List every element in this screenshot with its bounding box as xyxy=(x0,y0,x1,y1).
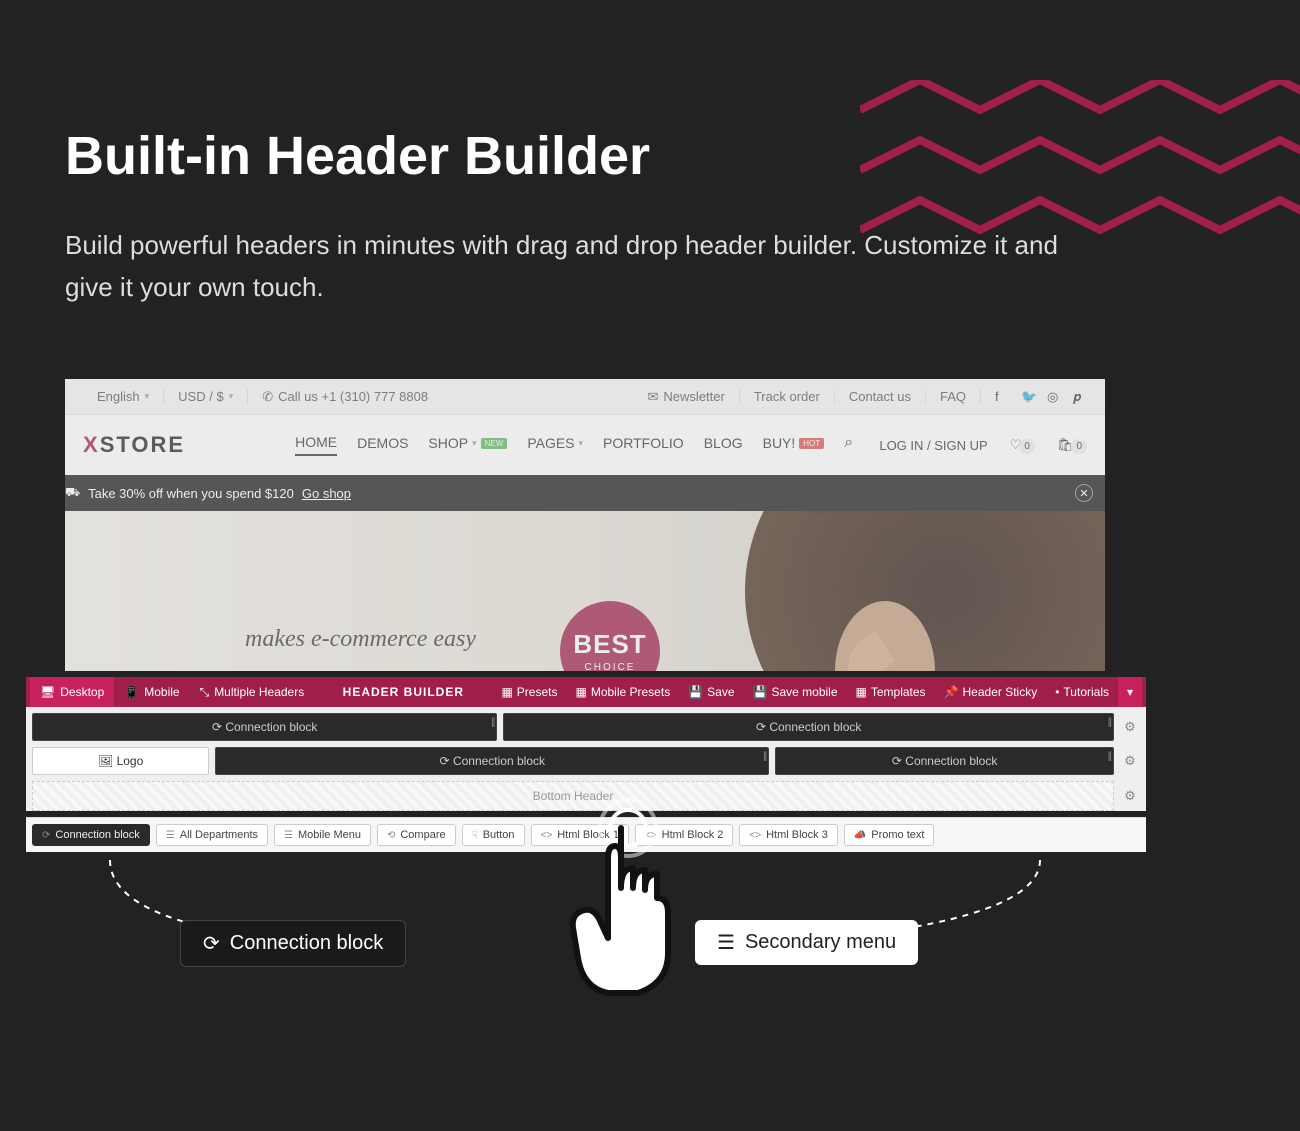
sync-icon: ⟳ xyxy=(892,754,902,768)
megaphone-icon: 📣 xyxy=(854,830,866,841)
tab-multiple-headers[interactable]: ⤡Multiple Headers xyxy=(190,677,315,707)
list-icon: ☰ xyxy=(166,830,175,841)
save-icon: 💾 xyxy=(688,685,703,699)
nav-buy[interactable]: BUY!HOT xyxy=(763,434,825,456)
chip-html-block-3[interactable]: <>Html Block 3 xyxy=(739,824,837,846)
connection-block-mid-right[interactable]: ⟳ Connection block|| xyxy=(775,747,1114,775)
close-icon[interactable]: ✕ xyxy=(1075,484,1093,502)
mobile-presets-button[interactable]: ▦Mobile Presets xyxy=(566,685,679,699)
twitter-icon[interactable]: 🐦 xyxy=(1021,389,1035,405)
row-settings-icon[interactable]: ⚙ xyxy=(1120,747,1140,775)
truck-icon: ⛟ xyxy=(65,485,80,501)
nav-shop[interactable]: SHOP▾NEW xyxy=(428,434,507,456)
secondary-menu-pill[interactable]: ☰ Secondary menu xyxy=(695,920,918,965)
grid-icon: ▦ xyxy=(575,685,586,699)
chip-compare[interactable]: ⟲Compare xyxy=(377,824,456,846)
chip-button[interactable]: ☟Button xyxy=(462,824,525,846)
tab-desktop[interactable]: 🖥Desktop xyxy=(30,677,114,707)
nav-blog[interactable]: BLOG xyxy=(704,434,743,456)
row-settings-icon[interactable]: ⚙ xyxy=(1120,713,1140,741)
image-icon: 🖼 xyxy=(98,754,113,768)
save-mobile-button[interactable]: 💾Save mobile xyxy=(744,685,847,699)
page-subtitle: Build powerful headers in minutes with d… xyxy=(65,225,1085,308)
builder-toolbar: 🖥Desktop 📱Mobile ⤡Multiple Headers HEADE… xyxy=(26,677,1146,707)
chip-all-departments[interactable]: ☰All Departments xyxy=(156,824,268,846)
grid-icon: ▦ xyxy=(501,685,512,699)
split-icon: ⤡ xyxy=(200,685,210,700)
sync-icon: ⟳ xyxy=(756,720,766,734)
menu-icon: ☰ xyxy=(717,930,735,955)
main-nav: HOME DEMOS SHOP▾NEW PAGES▾ PORTFOLIO BLO… xyxy=(295,434,853,456)
model-image xyxy=(735,511,1105,671)
chip-connection-block[interactable]: ⟳Connection block xyxy=(32,824,150,846)
promo-link[interactable]: Go shop xyxy=(302,486,351,501)
code-icon: <> xyxy=(749,830,761,841)
promo-bar: ⛟ Take 30% off when you spend $120 Go sh… xyxy=(65,475,1105,511)
currency-selector[interactable]: USD / $▾ xyxy=(164,389,248,404)
logo-block[interactable]: 🖼 Logo xyxy=(32,747,209,775)
sync-icon: ⟳ xyxy=(42,830,50,841)
code-icon: <> xyxy=(541,830,553,841)
mail-icon: ✉ xyxy=(648,389,659,405)
nav-demos[interactable]: DEMOS xyxy=(357,434,408,456)
facebook-icon[interactable]: f xyxy=(995,389,1009,405)
save-icon: 💾 xyxy=(753,685,768,699)
nav-pages[interactable]: PAGES▾ xyxy=(527,434,583,456)
call-us[interactable]: ✆ Call us +1 (310) 777 8808 xyxy=(248,389,442,405)
collapse-icon[interactable]: ▾ xyxy=(1118,677,1142,707)
search-icon[interactable]: ⌕ xyxy=(844,434,853,456)
cart-icon[interactable]: 🛍0 xyxy=(1057,437,1087,453)
pinterest-icon[interactable]: 𝒑 xyxy=(1073,389,1087,405)
tutorials-button[interactable]: •Tutorials xyxy=(1046,685,1118,699)
header-sticky-button[interactable]: 📌Header Sticky xyxy=(935,685,1047,699)
chip-mobile-menu[interactable]: ☰Mobile Menu xyxy=(274,824,371,846)
sync-icon: ⟳ xyxy=(440,754,450,768)
promo-text: Take 30% off when you spend $120 xyxy=(88,486,294,501)
faq-link[interactable]: FAQ xyxy=(926,389,981,404)
main-header: XSTORE HOME DEMOS SHOP▾NEW PAGES▾ PORTFO… xyxy=(65,415,1105,475)
nav-home[interactable]: HOME xyxy=(295,434,337,456)
best-choice-badge: BEST CHOICE xyxy=(560,601,660,671)
nav-portfolio[interactable]: PORTFOLIO xyxy=(603,434,684,456)
page-title: Built-in Header Builder xyxy=(65,125,650,187)
hero-banner: makes e-commerce easy BEST CHOICE xyxy=(65,511,1105,671)
track-order-link[interactable]: Track order xyxy=(740,389,835,404)
connection-block-mid-center[interactable]: ⟳ Connection block|| xyxy=(215,747,769,775)
connection-block-top-left[interactable]: ⟳ Connection block|| xyxy=(32,713,497,741)
connection-block-pill[interactable]: ⟳ Connection block xyxy=(180,920,406,967)
newsletter-link[interactable]: ✉Newsletter xyxy=(634,389,740,405)
tab-mobile[interactable]: 📱Mobile xyxy=(114,677,189,707)
chip-promo-text[interactable]: 📣Promo text xyxy=(844,824,935,846)
desktop-icon: 🖥 xyxy=(40,685,55,699)
pointer-icon: ☟ xyxy=(472,830,478,841)
builder-title: HEADER BUILDER xyxy=(314,685,492,699)
login-link[interactable]: LOG IN / SIGN UP xyxy=(879,438,987,453)
contact-link[interactable]: Contact us xyxy=(835,389,926,404)
grid-icon: ▦ xyxy=(856,685,867,699)
sync-icon: ⟳ xyxy=(212,720,222,734)
mobile-icon: 📱 xyxy=(124,685,139,699)
header-preview: English▾ USD / $▾ ✆ Call us +1 (310) 777… xyxy=(65,379,1105,671)
sync-icon: ⟳ xyxy=(203,931,220,956)
language-selector[interactable]: English▾ xyxy=(83,389,164,404)
compare-icon: ⟲ xyxy=(387,830,395,841)
pin-icon: 📌 xyxy=(944,685,959,699)
hero-tagline: makes e-commerce easy xyxy=(245,626,476,653)
wishlist-icon[interactable]: ♡0 xyxy=(1010,437,1035,453)
row-settings-icon[interactable]: ⚙ xyxy=(1120,781,1140,811)
menu-icon: ☰ xyxy=(284,830,293,841)
save-button[interactable]: 💾Save xyxy=(679,685,743,699)
presets-button[interactable]: ▦Presets xyxy=(492,685,566,699)
hand-cursor-icon xyxy=(553,798,703,1018)
site-logo[interactable]: XSTORE xyxy=(83,432,185,458)
connection-block-top-right[interactable]: ⟳ Connection block|| xyxy=(503,713,1114,741)
templates-button[interactable]: ▦Templates xyxy=(847,685,935,699)
instagram-icon[interactable]: ◎ xyxy=(1047,389,1061,405)
top-bar: English▾ USD / $▾ ✆ Call us +1 (310) 777… xyxy=(65,379,1105,415)
phone-icon: ✆ xyxy=(262,389,273,405)
